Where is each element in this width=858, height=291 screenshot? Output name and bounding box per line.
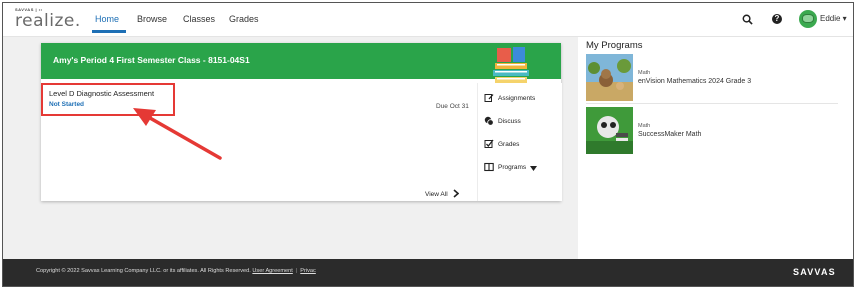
logo-wordmark: realize.: [15, 11, 81, 31]
class-card: Amy's Period 4 First Semester Class - 81…: [41, 43, 562, 203]
app-window: SAVVAS | •• realize. Home Browse Classes…: [2, 2, 854, 287]
footer-separator: |: [295, 268, 298, 274]
program-divider: [586, 103, 838, 104]
copyright-text: Copyright © 2022 Savvas Learning Company…: [36, 268, 316, 274]
view-all-link[interactable]: View All: [425, 185, 459, 203]
menu-assignments-label: Assignments: [498, 94, 536, 102]
chevron-down-icon: [530, 158, 538, 176]
menu-discuss-label: Discuss: [498, 117, 521, 125]
footer: Copyright © 2022 Savvas Learning Company…: [3, 259, 853, 286]
search-icon[interactable]: [740, 12, 754, 26]
main-content: Amy's Period 4 First Semester Class - 81…: [3, 37, 578, 259]
menu-assignments[interactable]: Assignments: [484, 92, 535, 104]
program-item-successmaker[interactable]: Math SuccessMaker Math: [586, 107, 838, 155]
my-programs-title: My Programs: [586, 40, 643, 51]
program-subject: Math: [638, 70, 651, 76]
program-thumbnail: [586, 54, 633, 101]
program-subject: Math: [638, 123, 651, 129]
nav-active-indicator: [92, 30, 126, 33]
program-item-envision[interactable]: Math enVision Mathematics 2024 Grade 3: [586, 54, 838, 102]
top-nav: SAVVAS | •• realize. Home Browse Classes…: [3, 3, 853, 37]
realize-logo[interactable]: SAVVAS | •• realize.: [15, 7, 80, 31]
book-icon: [484, 162, 494, 172]
menu-discuss[interactable]: Discuss: [484, 115, 521, 127]
savvas-logo: SAVVAS: [793, 267, 836, 277]
program-name[interactable]: enVision Mathematics 2024 Grade 3: [638, 78, 751, 85]
class-side-menu: Assignments Discuss Grades Programs: [477, 83, 562, 201]
program-thumbnail: [586, 107, 633, 154]
view-all-label: View All: [425, 190, 448, 198]
discuss-icon: [484, 116, 494, 126]
assignment-icon: [484, 93, 494, 103]
books-icon: [493, 47, 529, 83]
nav-browse[interactable]: Browse: [137, 14, 167, 24]
menu-grades[interactable]: Grades: [484, 138, 519, 150]
menu-grades-label: Grades: [498, 140, 520, 148]
class-card-header[interactable]: Amy's Period 4 First Semester Class - 81…: [41, 43, 561, 79]
class-title[interactable]: Amy's Period 4 First Semester Class - 81…: [53, 55, 250, 65]
help-glyph: ?: [772, 14, 782, 24]
assignment-due-date: Due Oct 31: [436, 103, 469, 110]
nav-home[interactable]: Home: [95, 14, 119, 24]
nav-classes[interactable]: Classes: [183, 14, 215, 24]
user-agreement-link[interactable]: User Agreement: [252, 268, 292, 274]
nav-grades[interactable]: Grades: [229, 14, 259, 24]
menu-programs[interactable]: Programs: [484, 158, 538, 176]
grades-icon: [484, 139, 494, 149]
avatar-image: [802, 14, 814, 23]
avatar[interactable]: [799, 10, 817, 28]
copyright-statement: Copyright © 2022 Savvas Learning Company…: [36, 268, 251, 274]
chevron-right-icon: [453, 185, 459, 203]
help-icon[interactable]: ?: [770, 12, 784, 26]
privacy-link[interactable]: Privac: [300, 268, 316, 274]
menu-programs-label: Programs: [498, 163, 527, 171]
annotation-highlight-box: [41, 83, 175, 116]
program-name[interactable]: SuccessMaker Math: [638, 131, 701, 138]
user-menu[interactable]: Eddie ▾: [820, 14, 847, 23]
